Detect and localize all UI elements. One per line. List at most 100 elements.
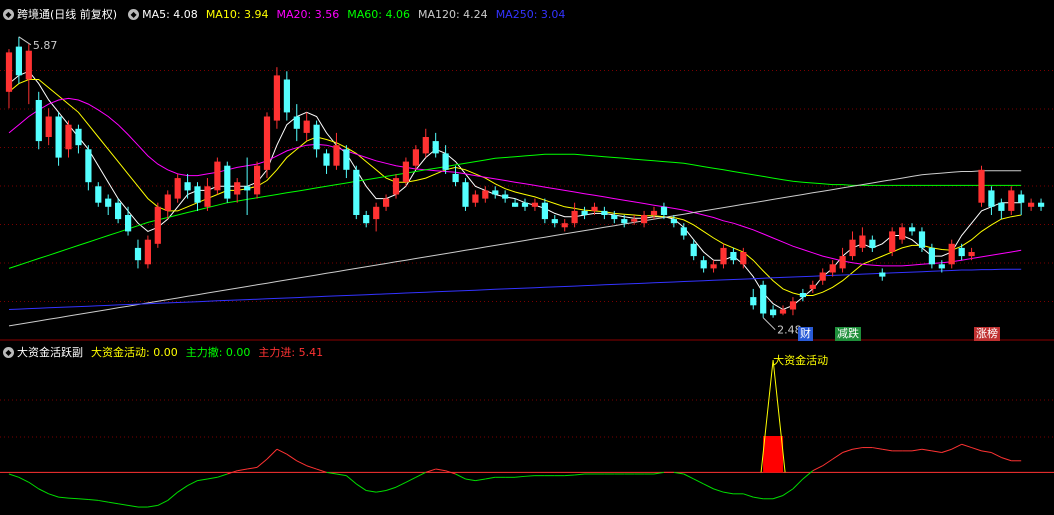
candle-body (373, 206, 380, 220)
candle-body (363, 215, 370, 224)
activity-line (911, 448, 923, 452)
activity-line (118, 503, 129, 506)
candle-body (1038, 202, 1045, 207)
activity-line (792, 478, 804, 490)
activity-line (435, 468, 446, 472)
candle-body (601, 210, 608, 215)
activity-line (38, 488, 49, 495)
activity-line (88, 498, 99, 501)
candle-body (75, 128, 82, 146)
candle-body (293, 116, 300, 129)
candle-body (154, 206, 161, 244)
candle-body (1018, 194, 1025, 203)
candle-body (452, 173, 459, 183)
candle-body (85, 149, 92, 183)
high-arrow (18, 36, 32, 46)
candle-body (730, 252, 737, 261)
event-tag-finance[interactable]: 财 (798, 327, 813, 341)
candle-body (670, 219, 677, 224)
activity-line (167, 491, 178, 501)
activity-line (127, 504, 139, 508)
activity-line (8, 473, 20, 478)
candle-body (125, 215, 132, 232)
candle-body (432, 141, 439, 154)
activity-line (385, 486, 397, 491)
activity-line (465, 478, 476, 482)
activity-line (68, 497, 79, 500)
candle-body (760, 284, 767, 314)
candle-body (998, 202, 1005, 211)
main-force-bar (763, 436, 784, 473)
candle-body (323, 153, 330, 166)
activity-line (931, 450, 942, 454)
ma-legend-1: MA10: 3.94 (205, 7, 269, 21)
activity-line (376, 490, 387, 493)
activity-line (564, 474, 575, 477)
activity-line (723, 491, 734, 495)
candle-body (234, 182, 241, 195)
ma-legend-3: MA60: 4.06 (347, 7, 410, 21)
activity-line (28, 481, 40, 490)
ma250-line (8, 268, 1022, 310)
activity-line (247, 466, 258, 470)
candle-body (383, 198, 390, 207)
candle-body (531, 202, 538, 207)
low-arrow (762, 317, 776, 331)
activity-line (961, 443, 972, 449)
activity-line (981, 450, 992, 454)
event-tag-reduce[interactable]: 减跌 (835, 327, 861, 341)
activity-line (485, 476, 496, 480)
candle-body (194, 186, 201, 203)
candle-body (105, 198, 112, 207)
candle-body (313, 124, 320, 150)
candle-body (1008, 190, 1015, 211)
activity-line (574, 473, 585, 476)
ma-legend-5: MA250: 3.04 (495, 7, 566, 21)
activity-line (515, 475, 526, 478)
candle-body (343, 149, 350, 170)
candle-body (740, 252, 747, 265)
activity-line (78, 498, 89, 500)
candle-body (641, 215, 648, 224)
candle-body (720, 247, 727, 265)
activity-line (48, 493, 59, 498)
activity-line (276, 448, 288, 455)
candle-body (353, 169, 360, 215)
sub-indicator (0, 359, 1054, 508)
candle-body (521, 202, 529, 207)
candle-body (55, 116, 62, 158)
candle-body (889, 231, 896, 252)
candle-body (631, 219, 638, 222)
candle-body (283, 79, 290, 113)
activity-line (524, 475, 535, 477)
activity-line (703, 483, 714, 490)
activity-line (753, 496, 764, 500)
candle-body (690, 243, 697, 257)
candle-body (164, 194, 171, 211)
candle-body (770, 309, 777, 316)
candle-body (25, 50, 32, 80)
candle-body (839, 256, 846, 269)
stock-title: 跨境通 (17, 8, 50, 21)
settings-icon[interactable]: ◆ (3, 346, 14, 358)
activity-line (237, 468, 248, 472)
candle-body (422, 137, 429, 154)
candle-body (442, 153, 449, 170)
candle-body (482, 190, 489, 199)
sub-title: 大资金活跃副 (17, 346, 83, 359)
settings-icon[interactable]: ◆ (3, 8, 14, 20)
candle-body (263, 116, 271, 170)
chart-mode: (日线 前复权) (50, 8, 118, 21)
activity-line (217, 473, 228, 478)
candle-body (799, 293, 806, 298)
candle-body (918, 231, 926, 248)
activity-line (872, 447, 883, 450)
event-tag-rise[interactable]: 涨榜 (974, 327, 1000, 341)
candle-body (581, 210, 588, 215)
candle-body (571, 210, 578, 224)
activity-line (812, 465, 823, 472)
candle-body (333, 145, 340, 166)
candle-body (15, 46, 22, 76)
dropdown-icon[interactable]: ◆ (128, 8, 140, 20)
candle-body (829, 264, 836, 273)
